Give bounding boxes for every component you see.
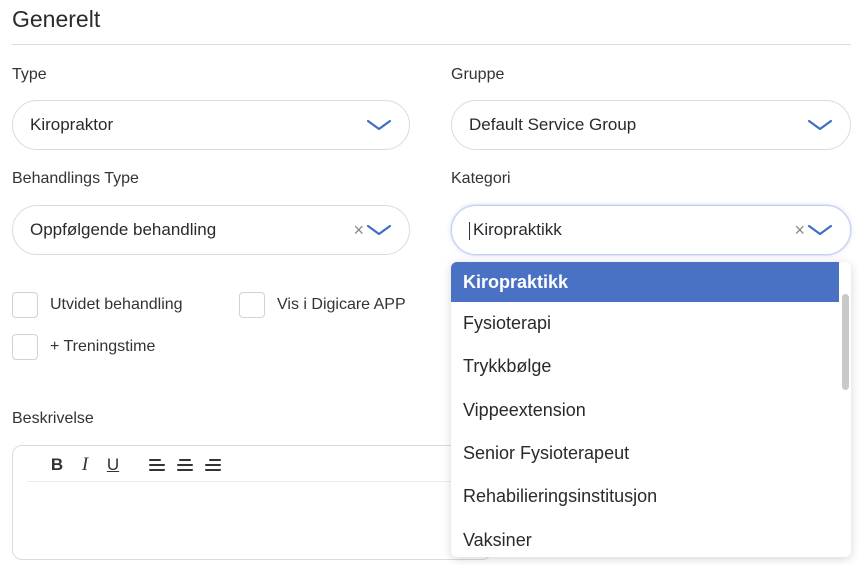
toolbar-divider [27, 481, 467, 482]
description-editor[interactable]: B I U [12, 445, 492, 560]
type-select[interactable]: Kiropraktor [12, 100, 410, 150]
align-right-icon[interactable] [199, 454, 227, 476]
type-value: Kiropraktor [30, 115, 114, 134]
section-title: Generelt [12, 6, 101, 32]
digicare-label: Vis i Digicare APP [277, 296, 406, 313]
bold-icon[interactable]: B [43, 454, 71, 476]
chevron-down-icon[interactable] [807, 118, 833, 132]
behandlings-type-value: Oppfølgende behandling [30, 220, 217, 239]
type-label: Type [12, 66, 47, 83]
dropdown-option[interactable]: Fysioterapi [451, 302, 839, 345]
utvidet-behandling-checkbox[interactable] [12, 292, 38, 318]
chevron-down-icon[interactable] [366, 223, 392, 237]
gruppe-select[interactable]: Default Service Group [451, 100, 851, 150]
align-center-icon[interactable] [171, 454, 199, 476]
treningstime-checkbox-row[interactable]: + Treningstime [12, 334, 155, 360]
section-divider [12, 44, 851, 45]
clear-icon[interactable]: × [794, 221, 805, 239]
behandlings-type-label: Behandlings Type [12, 170, 139, 187]
beskrivelse-label: Beskrivelse [12, 410, 94, 427]
clear-icon[interactable]: × [353, 221, 364, 239]
text-cursor [469, 221, 470, 240]
italic-icon[interactable]: I [71, 454, 99, 476]
dropdown-option[interactable]: Rehabilieringsinstitusjon [451, 475, 839, 518]
behandlings-type-select[interactable]: Oppfølgende behandling × [12, 205, 410, 255]
dropdown-option[interactable]: Vaksiner [451, 518, 839, 557]
treningstime-label: + Treningstime [50, 338, 156, 355]
chevron-down-icon[interactable] [366, 118, 392, 132]
utvidet-behandling-checkbox-row[interactable]: Utvidet behandling [12, 292, 183, 318]
dropdown-option[interactable]: Trykkbølge [451, 345, 839, 388]
chevron-down-icon[interactable] [807, 223, 833, 237]
kategori-label: Kategori [451, 170, 511, 187]
kategori-value: Kiropraktikk [473, 220, 562, 239]
underline-icon[interactable]: U [99, 454, 127, 476]
kategori-input[interactable]: Kiropraktikk [469, 220, 794, 240]
kategori-dropdown[interactable]: Kiropraktikk Fysioterapi Trykkbølge Vipp… [451, 262, 851, 557]
dropdown-option[interactable]: Kiropraktikk [451, 262, 839, 302]
editor-toolbar: B I U [43, 454, 227, 476]
dropdown-option[interactable]: Senior Fysioterapeut [451, 432, 839, 475]
digicare-checkbox[interactable] [239, 292, 265, 318]
digicare-checkbox-row[interactable]: Vis i Digicare APP [239, 292, 406, 318]
utvidet-behandling-label: Utvidet behandling [50, 296, 183, 313]
gruppe-label: Gruppe [451, 66, 505, 83]
treningstime-checkbox[interactable] [12, 334, 38, 360]
align-left-icon[interactable] [143, 454, 171, 476]
gruppe-value: Default Service Group [469, 115, 637, 134]
dropdown-option[interactable]: Vippeextension [451, 389, 839, 432]
dropdown-scrollbar[interactable] [842, 294, 849, 390]
kategori-select[interactable]: Kiropraktikk × [451, 205, 851, 255]
